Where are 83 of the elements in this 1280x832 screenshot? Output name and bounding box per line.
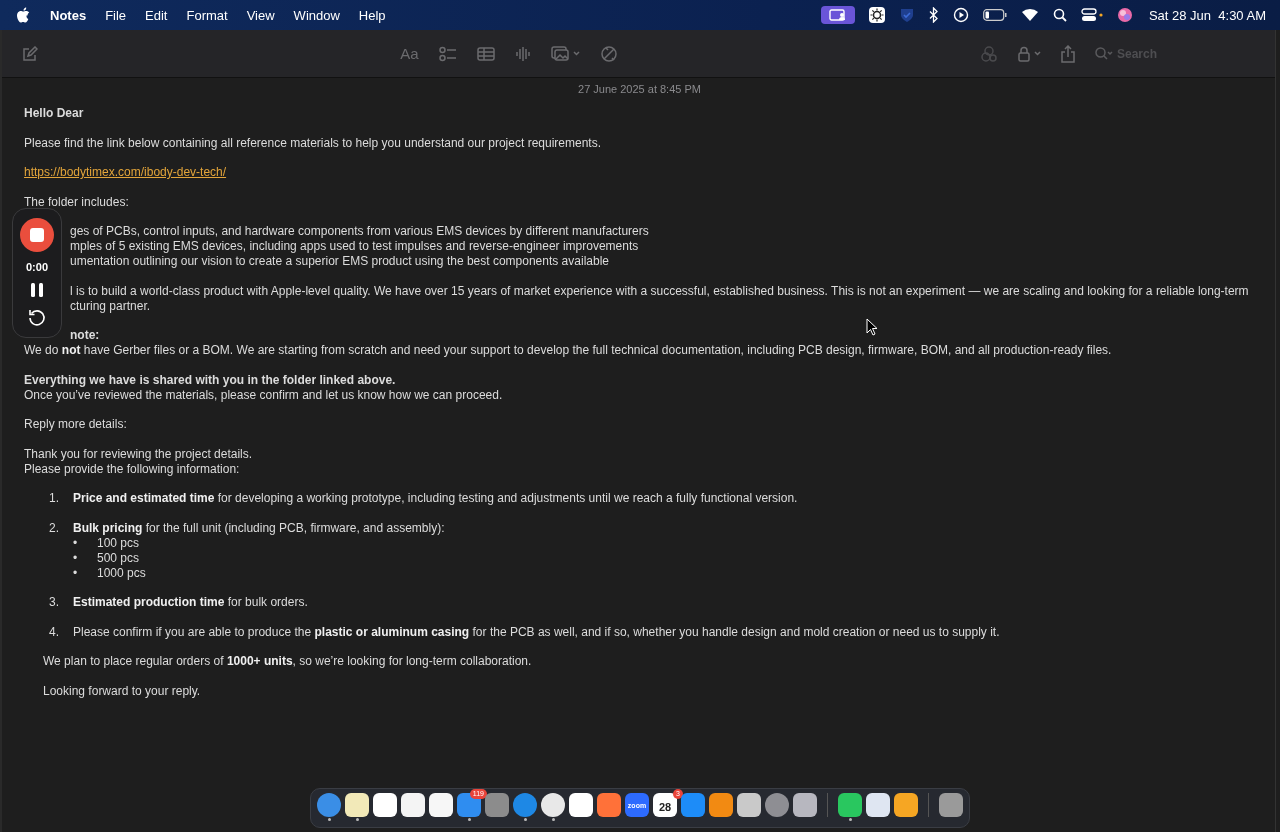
checklist-icon[interactable] [438,45,457,62]
compose-icon[interactable] [22,45,38,62]
app-icon[interactable] [569,793,593,817]
note-text: umentation outlining our vision to create a superior EMS product using the best components available [70,254,609,269]
bluetooth-icon[interactable] [928,7,939,23]
table-icon[interactable] [476,46,495,61]
running-indicator [848,818,852,821]
app-icon[interactable] [866,793,890,817]
wifi-icon[interactable] [1020,8,1039,22]
control-center-icon[interactable] [1080,8,1103,22]
note-text: The folder includes: [24,194,129,210]
list-item-text: Please confirm if you are able to produce the plastic or aluminum casing for the PCB as well, and if so, whether you handle design and mold creation or need us to supply it. [73,624,1000,640]
note-text: Reply more details: [24,417,127,432]
sun-icon[interactable] [868,7,885,23]
note-text: Once you’ve reviewed the materials, please confirm and let us know how we can proceed. [24,387,503,403]
app-icon[interactable] [401,793,425,817]
note-text: note: [70,328,100,343]
stop-button[interactable] [20,217,54,252]
shield-icon[interactable] [898,7,915,23]
app-icon[interactable] [737,793,761,817]
note-text: Looking forward to your reply. [43,683,201,699]
list-item-text: 1000 pcs [97,565,146,581]
screen-share-icon[interactable] [820,6,855,24]
clock-text[interactable]: Sat 28 Jun 4:30 AM [1148,7,1266,23]
list-item-text: Bulk pricing for the full unit (including PCB, firmware, and assembly): [73,520,445,536]
list-item-text: Estimated production time for bulk orders. [73,595,308,610]
caret-icon[interactable] [1034,51,1041,56]
menu-item[interactable]: Edit [145,7,168,23]
bullet-mark: • [73,565,79,581]
app-icon[interactable] [541,793,565,817]
list-item-text: 100 pcs [97,535,140,551]
list-item-text: 500 pcs [97,550,140,566]
app-icon[interactable] [793,793,817,817]
app-menu[interactable]: Notes [50,7,87,23]
note-text: Please find the link below containing all reference materials to help you understand our project requirements. [24,135,601,151]
app-icon[interactable] [373,793,397,817]
menu-item[interactable]: View [246,7,275,23]
note-text: Everything we have is shared with you in the folder linked above. [24,372,396,388]
note-text: mples of 5 existing EMS devices, including apps used to test impulses and reverse-engineer improvements [70,239,639,254]
list-number: 1. [49,491,60,506]
app-icon[interactable] [838,793,862,817]
menu-item[interactable]: File [105,7,127,23]
note-text: Thank you for reviewing the project details. [24,446,253,462]
share-icon[interactable] [1061,44,1075,63]
bullet-mark: • [73,550,79,566]
note-text: We do not have Gerber files or a BOM. We are starting from scratch and need your support to develop the full technical documentation, including PCB design, firmware, BOM, and all production-ready files. [24,343,1112,358]
pause-icon[interactable] [30,281,44,298]
photo-icon[interactable] [550,46,569,61]
list-item-text: Price and estimated time for developing a working prototype, including testing and adjustments until we reach a fully functional version. [73,491,798,506]
note-text: cturing partner. [70,298,151,314]
lock-icon[interactable] [1018,45,1030,62]
app-icon[interactable] [345,793,369,817]
link[interactable]: https://bodytimex.com/ibody-dev-tech/ [24,165,227,180]
app-icon[interactable] [709,793,733,817]
caret-icon[interactable] [572,51,580,56]
list-number: 2. [49,520,60,536]
running-indicator [523,818,527,821]
note-date: 27 June 2025 at 8:45 PM [577,82,702,97]
running-indicator [355,818,359,821]
apple-logo-icon[interactable] [16,7,30,23]
note-text: ges of PCBs, control inputs, and hardware components from various EMS devices by different manufacturers [70,224,649,239]
running-indicator [327,818,331,821]
list-number: 4. [49,624,60,640]
note-text: Please provide the following information: [24,461,240,477]
search-icon[interactable] [1052,8,1067,22]
bullet-mark: • [73,535,79,551]
colorful-circle-icon[interactable] [1116,7,1133,23]
cursor-icon [866,318,878,336]
menu-item[interactable]: Format [186,7,228,23]
app-icon[interactable] [894,793,918,817]
play-icon[interactable] [952,7,969,23]
app-icon[interactable]: 28 [653,793,677,817]
menu-item[interactable]: Window [293,7,340,23]
list-number: 3. [49,595,60,610]
menu-item[interactable]: Help [358,7,386,23]
battery-icon[interactable] [982,9,1007,21]
app-icon[interactable] [429,793,453,817]
running-indicator [467,818,471,821]
running-indicator [551,818,555,821]
note-text: We plan to place regular orders of 1000+ units, so we’re looking for long-term collaboration. [43,654,532,669]
note-text: Hello Dear [24,106,84,121]
recording-timer: 0:00 [26,260,48,273]
note-text: l is to build a world-class product with Apple-level quality. We have over 15 years of market experience with a successful, established business. This is not an experiment — we are scaling and looking for a reliable long-term [70,283,1249,299]
